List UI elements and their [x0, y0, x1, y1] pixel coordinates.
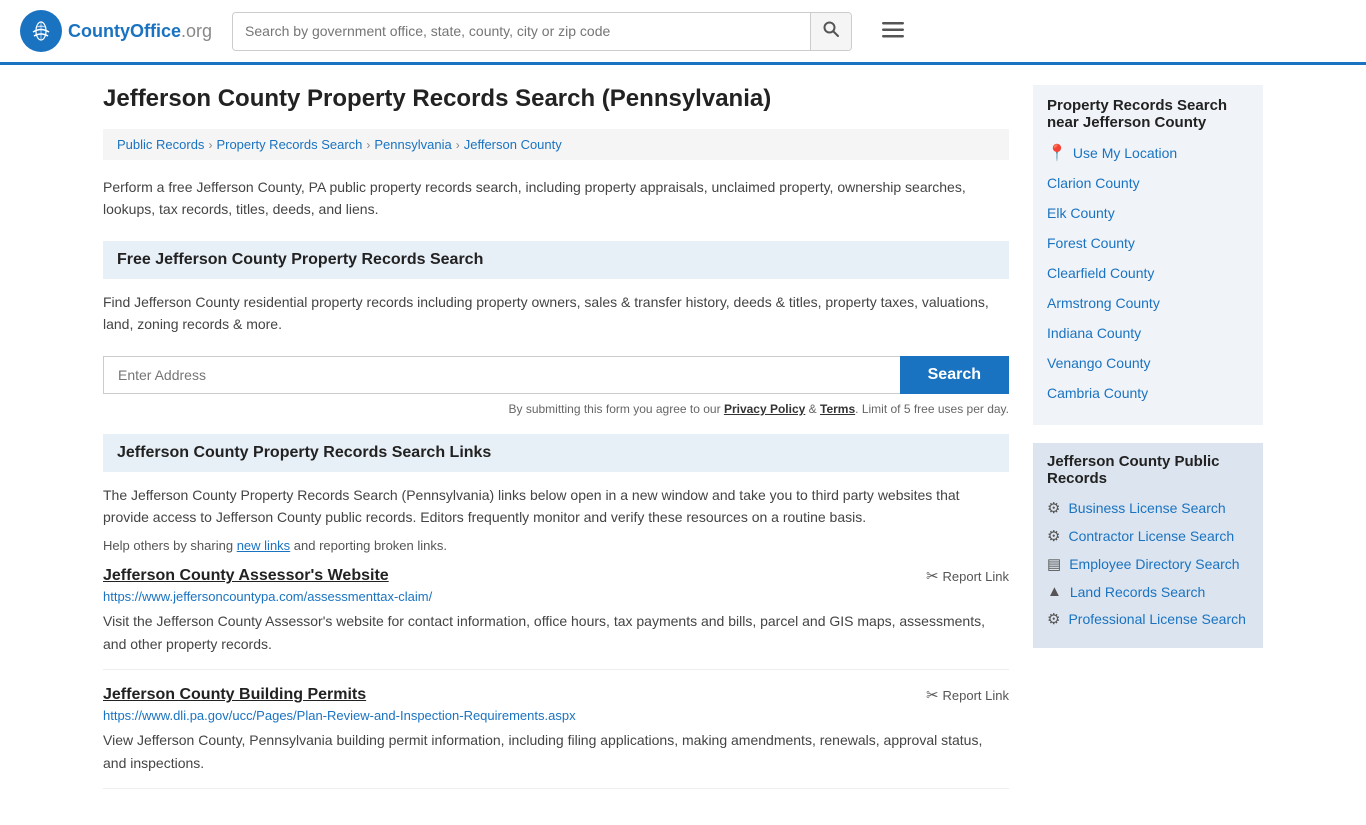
links-description: The Jefferson County Property Records Se… [103, 484, 1009, 529]
pin-icon: 📍 [1047, 143, 1067, 163]
link-item-0-desc: Visit the Jefferson County Assessor's we… [103, 610, 1009, 655]
page-wrapper: Jefferson County Property Records Search… [83, 65, 1283, 825]
address-input[interactable] [103, 356, 900, 394]
sidebar-clarion-county[interactable]: Clarion County [1047, 173, 1249, 193]
scissors-icon-0: ✂ [926, 567, 939, 585]
link-item-0: Jefferson County Assessor's Website ✂ Re… [103, 567, 1009, 670]
logo[interactable]: CountyOffice.org [20, 10, 212, 52]
link-item-0-url[interactable]: https://www.jeffersoncountypa.com/assess… [103, 589, 1009, 604]
global-search-wrapper [232, 12, 852, 51]
global-search-button[interactable] [810, 13, 851, 50]
list-icon: ▤ [1047, 555, 1061, 573]
use-my-location-link[interactable]: Use My Location [1073, 145, 1177, 161]
new-links-link[interactable]: new links [237, 538, 290, 553]
link-item-1: Jefferson County Building Permits ✂ Repo… [103, 686, 1009, 789]
search-button[interactable]: Search [900, 356, 1009, 394]
sidebar-public-records-section: Jefferson County Public Records ⚙ Busine… [1033, 443, 1263, 648]
main-content: Jefferson County Property Records Search… [103, 85, 1009, 805]
gear-icon-0: ⚙ [1047, 499, 1060, 517]
free-search-description: Find Jefferson County residential proper… [103, 291, 1009, 336]
gear-icon-1: ⚙ [1047, 527, 1060, 545]
sidebar: Property Records Search near Jefferson C… [1033, 85, 1263, 805]
privacy-policy-link[interactable]: Privacy Policy [724, 402, 805, 416]
sidebar-venango-county[interactable]: Venango County [1047, 353, 1249, 373]
logo-icon [20, 10, 62, 52]
sidebar-clearfield-county[interactable]: Clearfield County [1047, 263, 1249, 283]
page-title: Jefferson County Property Records Search… [103, 85, 1009, 113]
links-section-heading: Jefferson County Property Records Search… [103, 434, 1009, 472]
report-link-1[interactable]: ✂ Report Link [926, 686, 1009, 704]
form-disclaimer: By submitting this form you agree to our… [103, 402, 1009, 416]
breadcrumb-property-records-search[interactable]: Property Records Search [216, 137, 362, 152]
help-text: Help others by sharing new links and rep… [103, 538, 1009, 553]
address-form: Search [103, 356, 1009, 394]
sidebar-contractor-license-search[interactable]: ⚙ Contractor License Search [1047, 527, 1249, 545]
sidebar-public-records-title: Jefferson County Public Records [1047, 453, 1249, 487]
sidebar-land-records-search[interactable]: ▲ Land Records Search [1047, 583, 1249, 600]
sidebar-armstrong-county[interactable]: Armstrong County [1047, 293, 1249, 313]
breadcrumb-pennsylvania[interactable]: Pennsylvania [374, 137, 451, 152]
terms-link[interactable]: Terms [820, 402, 855, 416]
sidebar-forest-county[interactable]: Forest County [1047, 233, 1249, 253]
sidebar-nearby-title: Property Records Search near Jefferson C… [1047, 97, 1249, 131]
sidebar-nearby-section: Property Records Search near Jefferson C… [1033, 85, 1263, 425]
use-my-location[interactable]: 📍 Use My Location [1047, 143, 1249, 163]
link-item-1-title[interactable]: Jefferson County Building Permits [103, 686, 366, 704]
header: CountyOffice.org [0, 0, 1366, 65]
sidebar-employee-directory-search[interactable]: ▤ Employee Directory Search [1047, 555, 1249, 573]
logo-text: CountyOffice.org [68, 21, 212, 42]
sidebar-cambria-county[interactable]: Cambria County [1047, 383, 1249, 403]
page-description: Perform a free Jefferson County, PA publ… [103, 176, 1009, 221]
breadcrumb: Public Records › Property Records Search… [103, 129, 1009, 160]
sidebar-elk-county[interactable]: Elk County [1047, 203, 1249, 223]
scissors-icon-1: ✂ [926, 686, 939, 704]
breadcrumb-public-records[interactable]: Public Records [117, 137, 204, 152]
menu-icon[interactable] [882, 18, 904, 44]
gear-icon-2: ⚙ [1047, 610, 1060, 628]
sidebar-indiana-county[interactable]: Indiana County [1047, 323, 1249, 343]
link-item-1-url[interactable]: https://www.dli.pa.gov/ucc/Pages/Plan-Re… [103, 708, 1009, 723]
link-item-1-desc: View Jefferson County, Pennsylvania buil… [103, 729, 1009, 774]
report-link-0[interactable]: ✂ Report Link [926, 567, 1009, 585]
global-search-input[interactable] [233, 13, 810, 50]
bell-icon: ▲ [1047, 583, 1062, 600]
breadcrumb-jefferson-county[interactable]: Jefferson County [464, 137, 562, 152]
link-item-0-title[interactable]: Jefferson County Assessor's Website [103, 567, 389, 585]
sidebar-professional-license-search[interactable]: ⚙ Professional License Search [1047, 610, 1249, 628]
sidebar-business-license-search[interactable]: ⚙ Business License Search [1047, 499, 1249, 517]
free-search-heading: Free Jefferson County Property Records S… [103, 241, 1009, 279]
